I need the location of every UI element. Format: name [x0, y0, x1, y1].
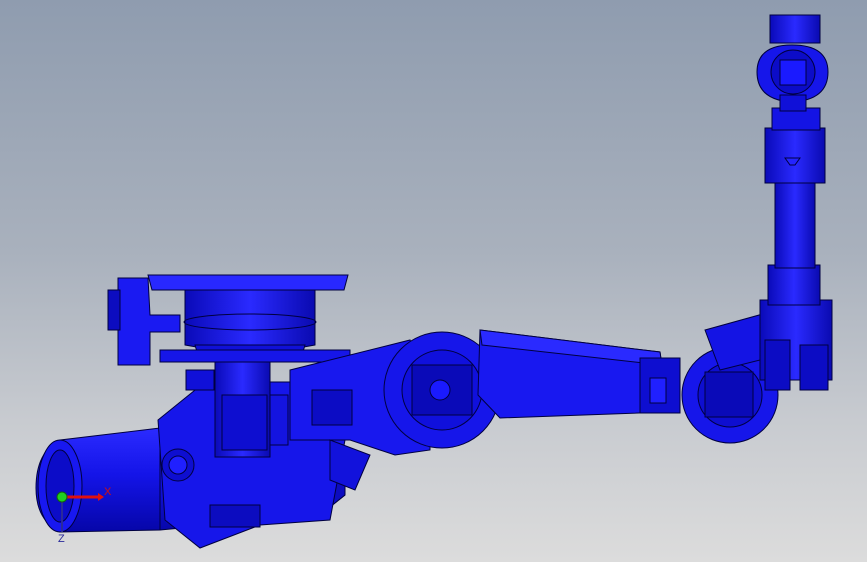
tool-flange [756, 14, 829, 112]
upper-arm [477, 329, 681, 419]
cad-graphics-viewport[interactable]: X Z [0, 0, 867, 562]
x-axis-label: X [104, 486, 112, 498]
forearm-column [764, 107, 826, 306]
wrist-housing [759, 299, 833, 391]
origin-dot [56, 491, 68, 503]
robot-arm-model[interactable] [0, 0, 867, 562]
z-axis-label: Z [58, 533, 65, 545]
